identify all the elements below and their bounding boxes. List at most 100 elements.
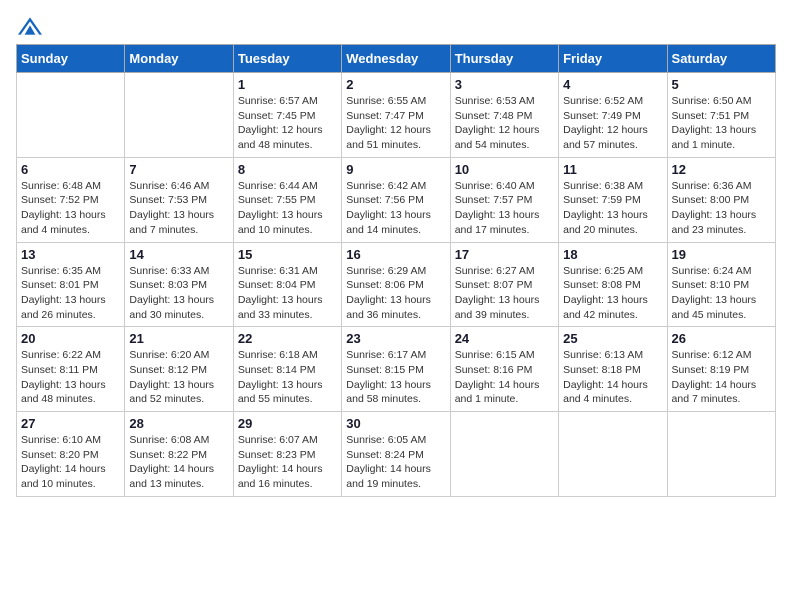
calendar-body: 1Sunrise: 6:57 AM Sunset: 7:45 PM Daylig… (17, 73, 776, 497)
calendar-cell: 6 Sunrise: 6:48 AM Sunset: 7:52 PM Daylig… (17, 157, 125, 242)
day-info: Sunrise: 6:29 AM Sunset: 8:06 PM Dayligh… (346, 264, 445, 323)
day-info: Sunrise: 6:12 AM Sunset: 8:19 PM Dayligh… (672, 348, 771, 407)
day-number: 5 (672, 77, 771, 92)
day-info: Sunrise: 6:22 AM Sunset: 8:11 PM Dayligh… (21, 348, 120, 407)
calendar-cell: 9Sunrise: 6:42 AM Sunset: 7:56 PM Daylig… (342, 157, 450, 242)
day-info: Sunrise: 6:48 AM Sunset: 7:52 PM Dayligh… (21, 179, 120, 238)
day-number: 11 (563, 162, 662, 177)
calendar-cell: 17 Sunrise: 6:27 AM Sunset: 8:07 PM Dayli… (450, 242, 558, 327)
day-info: Sunrise: 6:36 AM Sunset: 8:00 PM Dayligh… (672, 179, 771, 238)
calendar-week-row: 13 Sunrise: 6:35 AM Sunset: 8:01 PM Dayli… (17, 242, 776, 327)
calendar-cell: 8Sunrise: 6:44 AM Sunset: 7:55 PM Daylig… (233, 157, 341, 242)
calendar-cell: 5 Sunrise: 6:50 AM Sunset: 7:51 PM Daylig… (667, 73, 775, 158)
calendar-cell (450, 412, 558, 497)
day-number: 19 (672, 247, 771, 262)
day-number: 22 (238, 331, 337, 346)
day-info: Sunrise: 6:35 AM Sunset: 8:01 PM Dayligh… (21, 264, 120, 323)
day-info: Sunrise: 6:20 AM Sunset: 8:12 PM Dayligh… (129, 348, 228, 407)
day-number: 30 (346, 416, 445, 431)
calendar-cell: 24 Sunrise: 6:15 AM Sunset: 8:16 PM Dayli… (450, 327, 558, 412)
day-number: 18 (563, 247, 662, 262)
day-of-week-header: Wednesday (342, 45, 450, 73)
calendar-cell: 22Sunrise: 6:18 AM Sunset: 8:14 PM Dayli… (233, 327, 341, 412)
calendar-cell: 14 Sunrise: 6:33 AM Sunset: 8:03 PM Dayli… (125, 242, 233, 327)
day-number: 24 (455, 331, 554, 346)
day-of-week-header: Friday (559, 45, 667, 73)
day-info: Sunrise: 6:05 AM Sunset: 8:24 PM Dayligh… (346, 433, 445, 492)
day-info: Sunrise: 6:46 AM Sunset: 7:53 PM Dayligh… (129, 179, 228, 238)
day-info: Sunrise: 6:25 AM Sunset: 8:08 PM Dayligh… (563, 264, 662, 323)
day-of-week-header: Saturday (667, 45, 775, 73)
day-info: Sunrise: 6:17 AM Sunset: 8:15 PM Dayligh… (346, 348, 445, 407)
logo (16, 16, 48, 36)
day-info: Sunrise: 6:08 AM Sunset: 8:22 PM Dayligh… (129, 433, 228, 492)
calendar-cell: 25 Sunrise: 6:13 AM Sunset: 8:18 PM Dayli… (559, 327, 667, 412)
day-number: 10 (455, 162, 554, 177)
day-info: Sunrise: 6:24 AM Sunset: 8:10 PM Dayligh… (672, 264, 771, 323)
calendar-cell (17, 73, 125, 158)
calendar-cell: 23Sunrise: 6:17 AM Sunset: 8:15 PM Dayli… (342, 327, 450, 412)
calendar-cell: 20 Sunrise: 6:22 AM Sunset: 8:11 PM Dayli… (17, 327, 125, 412)
calendar-cell: 16 Sunrise: 6:29 AM Sunset: 8:06 PM Dayli… (342, 242, 450, 327)
day-number: 6 (21, 162, 120, 177)
calendar-cell: 2 Sunrise: 6:55 AM Sunset: 7:47 PM Daylig… (342, 73, 450, 158)
day-info: Sunrise: 6:42 AM Sunset: 7:56 PM Dayligh… (346, 179, 445, 238)
day-of-week-header: Monday (125, 45, 233, 73)
calendar-cell: 26 Sunrise: 6:12 AM Sunset: 8:19 PM Dayli… (667, 327, 775, 412)
day-number: 25 (563, 331, 662, 346)
day-info: Sunrise: 6:52 AM Sunset: 7:49 PM Dayligh… (563, 94, 662, 153)
day-info: Sunrise: 6:07 AM Sunset: 8:23 PM Dayligh… (238, 433, 337, 492)
calendar-cell: 3 Sunrise: 6:53 AM Sunset: 7:48 PM Daylig… (450, 73, 558, 158)
calendar-cell: 12 Sunrise: 6:36 AM Sunset: 8:00 PM Dayli… (667, 157, 775, 242)
day-of-week-header: Sunday (17, 45, 125, 73)
day-info: Sunrise: 6:55 AM Sunset: 7:47 PM Dayligh… (346, 94, 445, 153)
day-info: Sunrise: 6:50 AM Sunset: 7:51 PM Dayligh… (672, 94, 771, 153)
calendar-cell: 30 Sunrise: 6:05 AM Sunset: 8:24 PM Dayli… (342, 412, 450, 497)
day-number: 17 (455, 247, 554, 262)
day-number: 13 (21, 247, 120, 262)
day-info: Sunrise: 6:57 AM Sunset: 7:45 PM Dayligh… (238, 94, 337, 153)
calendar-cell (559, 412, 667, 497)
calendar-cell: 10 Sunrise: 6:40 AM Sunset: 7:57 PM Dayli… (450, 157, 558, 242)
day-number: 7 (129, 162, 228, 177)
calendar-cell: 15Sunrise: 6:31 AM Sunset: 8:04 PM Dayli… (233, 242, 341, 327)
calendar-cell (125, 73, 233, 158)
day-number: 16 (346, 247, 445, 262)
page-header (16, 16, 776, 36)
day-of-week-header: Tuesday (233, 45, 341, 73)
day-number: 3 (455, 77, 554, 92)
day-info: Sunrise: 6:33 AM Sunset: 8:03 PM Dayligh… (129, 264, 228, 323)
calendar-table: SundayMondayTuesdayWednesdayThursdayFrid… (16, 44, 776, 497)
day-info: Sunrise: 6:13 AM Sunset: 8:18 PM Dayligh… (563, 348, 662, 407)
calendar-cell (667, 412, 775, 497)
day-info: Sunrise: 6:53 AM Sunset: 7:48 PM Dayligh… (455, 94, 554, 153)
day-number: 20 (21, 331, 120, 346)
calendar-cell: 7 Sunrise: 6:46 AM Sunset: 7:53 PM Daylig… (125, 157, 233, 242)
day-info: Sunrise: 6:40 AM Sunset: 7:57 PM Dayligh… (455, 179, 554, 238)
day-info: Sunrise: 6:10 AM Sunset: 8:20 PM Dayligh… (21, 433, 120, 492)
day-number: 14 (129, 247, 228, 262)
day-info: Sunrise: 6:15 AM Sunset: 8:16 PM Dayligh… (455, 348, 554, 407)
calendar-cell: 21 Sunrise: 6:20 AM Sunset: 8:12 PM Dayli… (125, 327, 233, 412)
day-number: 29 (238, 416, 337, 431)
day-number: 2 (346, 77, 445, 92)
day-number: 4 (563, 77, 662, 92)
calendar-cell: 13 Sunrise: 6:35 AM Sunset: 8:01 PM Dayli… (17, 242, 125, 327)
day-number: 26 (672, 331, 771, 346)
calendar-cell: 18 Sunrise: 6:25 AM Sunset: 8:08 PM Dayli… (559, 242, 667, 327)
calendar-week-row: 6 Sunrise: 6:48 AM Sunset: 7:52 PM Daylig… (17, 157, 776, 242)
calendar-cell: 28Sunrise: 6:08 AM Sunset: 8:22 PM Dayli… (125, 412, 233, 497)
day-number: 21 (129, 331, 228, 346)
calendar-week-row: 1Sunrise: 6:57 AM Sunset: 7:45 PM Daylig… (17, 73, 776, 158)
day-info: Sunrise: 6:31 AM Sunset: 8:04 PM Dayligh… (238, 264, 337, 323)
calendar-cell: 1Sunrise: 6:57 AM Sunset: 7:45 PM Daylig… (233, 73, 341, 158)
day-number: 27 (21, 416, 120, 431)
calendar-cell: 11 Sunrise: 6:38 AM Sunset: 7:59 PM Dayli… (559, 157, 667, 242)
calendar-cell: 29 Sunrise: 6:07 AM Sunset: 8:23 PM Dayli… (233, 412, 341, 497)
calendar-week-row: 20 Sunrise: 6:22 AM Sunset: 8:11 PM Dayli… (17, 327, 776, 412)
day-info: Sunrise: 6:38 AM Sunset: 7:59 PM Dayligh… (563, 179, 662, 238)
day-info: Sunrise: 6:27 AM Sunset: 8:07 PM Dayligh… (455, 264, 554, 323)
calendar-cell: 27 Sunrise: 6:10 AM Sunset: 8:20 PM Dayli… (17, 412, 125, 497)
calendar-week-row: 27 Sunrise: 6:10 AM Sunset: 8:20 PM Dayli… (17, 412, 776, 497)
day-number: 12 (672, 162, 771, 177)
